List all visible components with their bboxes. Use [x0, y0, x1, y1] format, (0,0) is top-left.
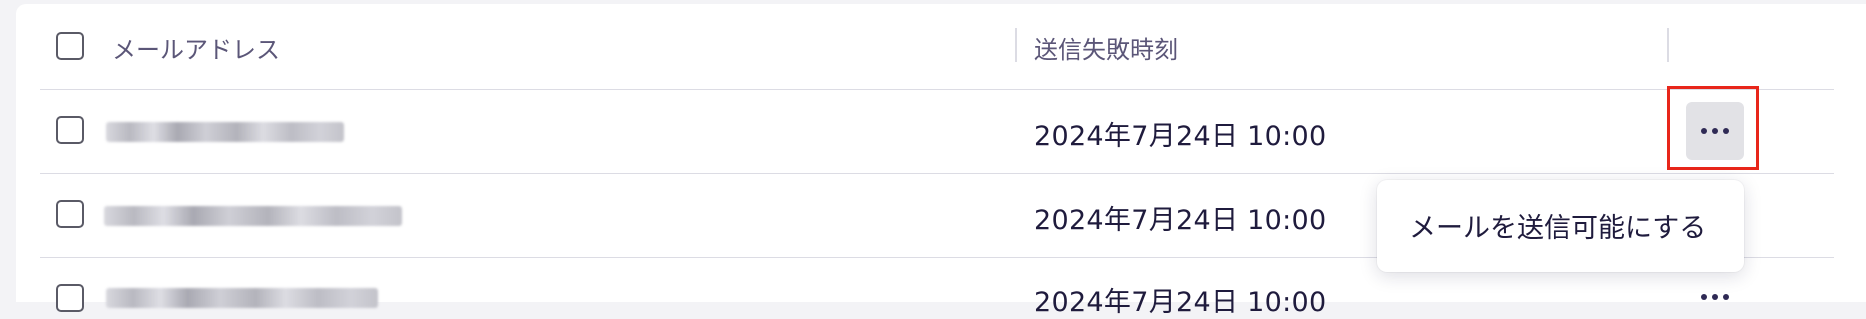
menu-item-enable-sending[interactable]: メールを送信可能にする	[1409, 206, 1706, 245]
column-divider[interactable]	[1015, 28, 1017, 62]
failed-at-value: 2024年7月24日 10:00	[1034, 205, 1327, 236]
redacted-email	[106, 288, 378, 308]
row-actions-button[interactable]	[1686, 102, 1744, 160]
redacted-email	[104, 206, 402, 226]
column-divider[interactable]	[1667, 28, 1669, 62]
row-checkbox[interactable]	[56, 200, 84, 228]
select-all-checkbox[interactable]	[56, 32, 84, 60]
failed-at-value: 2024年7月24日 10:00	[1034, 121, 1327, 152]
row-divider	[40, 173, 1834, 174]
row-actions-button[interactable]	[1686, 286, 1744, 302]
header-divider	[40, 89, 1834, 90]
row-checkbox[interactable]	[56, 284, 84, 312]
more-horizontal-icon	[1701, 128, 1707, 134]
redacted-email	[106, 122, 344, 142]
failed-at-value: 2024年7月24日 10:00	[1034, 287, 1327, 318]
failed-at-column-header[interactable]: 送信失敗時刻	[1034, 30, 1178, 65]
row-checkbox[interactable]	[56, 116, 84, 144]
email-column-header[interactable]: メールアドレス	[112, 30, 280, 65]
row-actions-menu: メールを送信可能にする	[1377, 180, 1744, 272]
more-horizontal-icon	[1701, 294, 1707, 300]
